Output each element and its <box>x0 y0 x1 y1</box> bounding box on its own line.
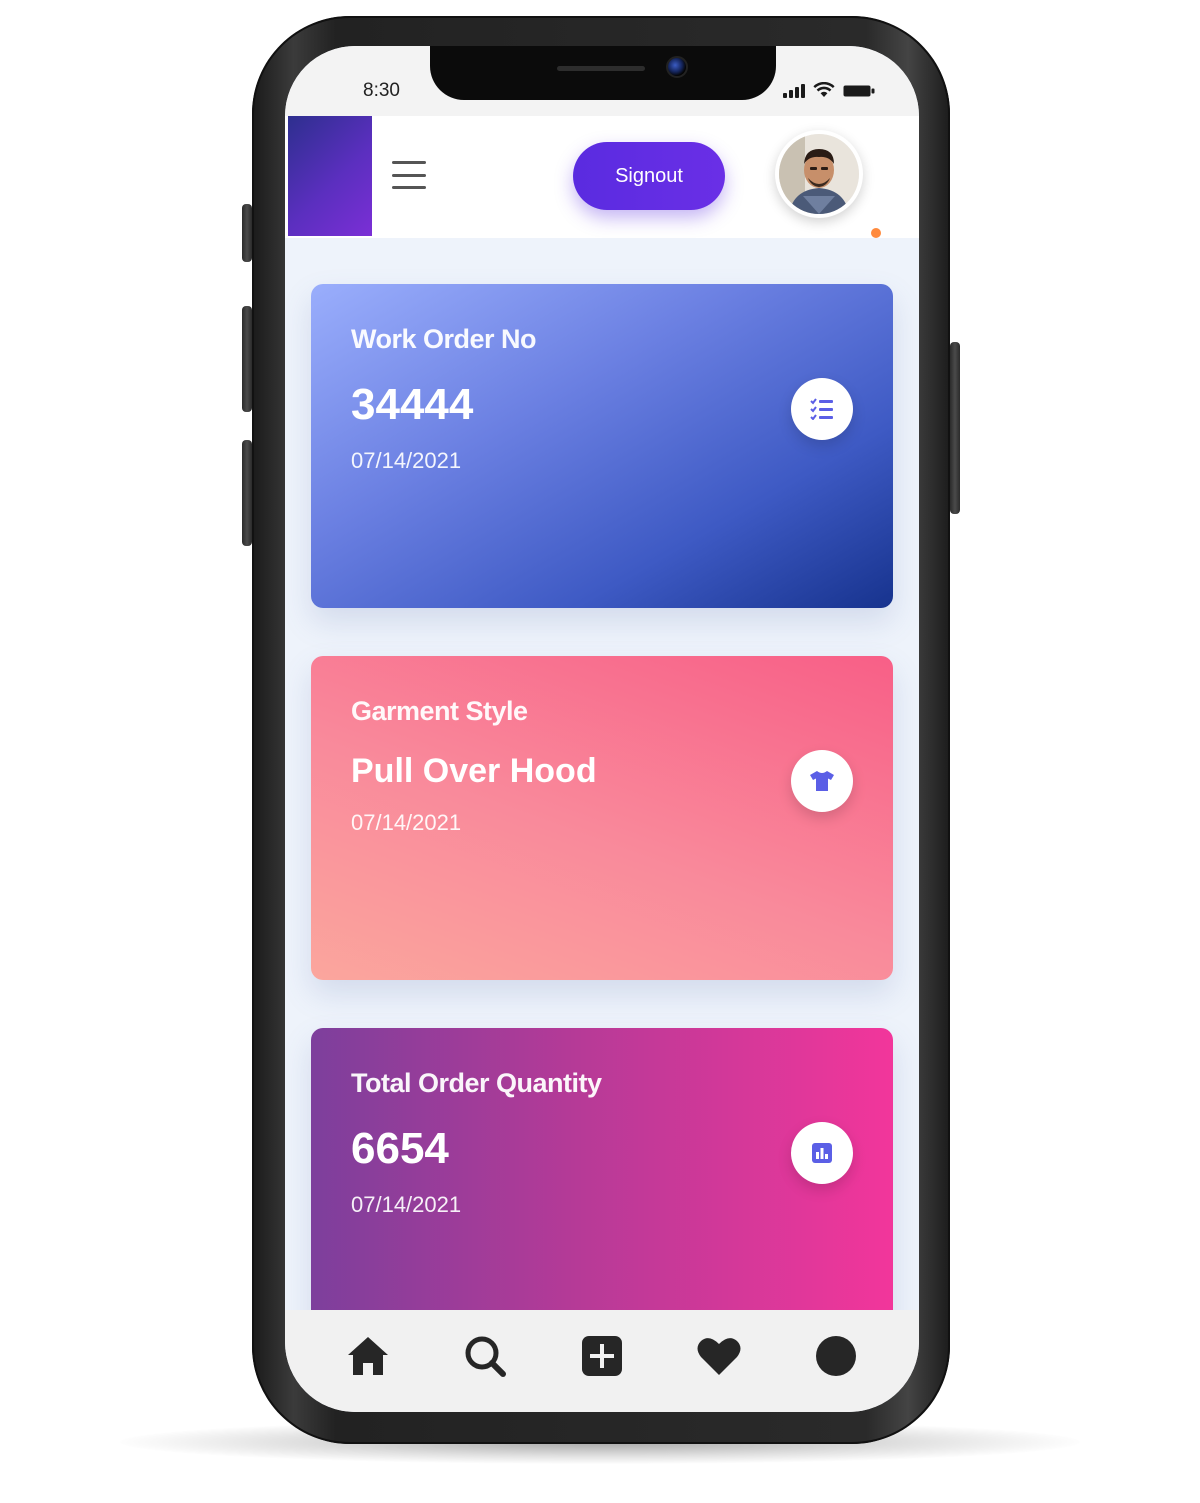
report-icon <box>812 1143 832 1163</box>
card-value: Pull Over Hood <box>351 752 597 790</box>
bottom-navigation <box>285 1310 919 1412</box>
avatar-photo-icon <box>779 134 859 214</box>
online-status-dot <box>871 228 881 238</box>
tshirt-icon <box>810 771 834 791</box>
card-label: Work Order No <box>351 324 537 354</box>
card-value: 6654 <box>351 1124 449 1173</box>
phone-power-button <box>950 342 960 514</box>
card-date: 07/14/2021 <box>351 810 462 835</box>
card-icon-button[interactable] <box>791 750 853 812</box>
speaker-grille <box>557 66 645 71</box>
user-avatar[interactable] <box>775 130 863 218</box>
phone-silent-switch <box>242 204 252 262</box>
garment-style-card[interactable]: Garment Style Pull Over Hood 07/14/2021 <box>311 656 893 980</box>
work-order-card[interactable]: Work Order No 34444 07/14/2021 <box>311 284 893 608</box>
card-icon-button[interactable] <box>791 1122 853 1184</box>
brand-logo-block <box>288 116 372 236</box>
heart-icon <box>697 1338 741 1375</box>
phone-volume-down <box>242 440 252 546</box>
add-square-icon <box>581 1336 622 1376</box>
card-value: 34444 <box>351 380 474 429</box>
home-icon <box>347 1337 388 1375</box>
checklist-icon <box>810 398 833 420</box>
card-date: 07/14/2021 <box>351 1192 462 1217</box>
signal-icon <box>783 84 805 98</box>
phone-notch <box>430 46 776 100</box>
card-label: Total Order Quantity <box>351 1068 602 1098</box>
phone-frame: 8:30 Signout Work Order No 34444 07/14/2… <box>242 16 960 1444</box>
phone-screen: 8:30 Signout Work Order No 34444 07/14/2… <box>285 46 919 1412</box>
status-bar: 8:30 <box>285 46 919 116</box>
card-date: 07/14/2021 <box>351 448 462 473</box>
wifi-icon <box>813 82 835 97</box>
front-camera <box>666 56 688 78</box>
card-label: Garment Style <box>351 696 528 726</box>
search-icon <box>465 1336 506 1377</box>
total-order-quantity-card[interactable]: Total Order Quantity 6654 07/14/2021 <box>311 1028 893 1328</box>
nav-add[interactable] <box>575 1329 629 1383</box>
hamburger-menu-icon[interactable] <box>392 161 426 189</box>
nav-home[interactable] <box>341 1329 395 1383</box>
profile-circle-icon <box>816 1336 857 1376</box>
battery-icon <box>843 85 875 97</box>
nav-profile[interactable] <box>809 1329 863 1383</box>
card-icon-button[interactable] <box>791 378 853 440</box>
phone-volume-up <box>242 306 252 412</box>
app-header: Signout <box>285 116 919 238</box>
nav-search[interactable] <box>458 1329 512 1383</box>
signout-button[interactable]: Signout <box>573 142 725 210</box>
nav-favorites[interactable] <box>692 1329 746 1383</box>
status-time: 8:30 <box>363 80 400 101</box>
status-icons <box>783 82 875 98</box>
